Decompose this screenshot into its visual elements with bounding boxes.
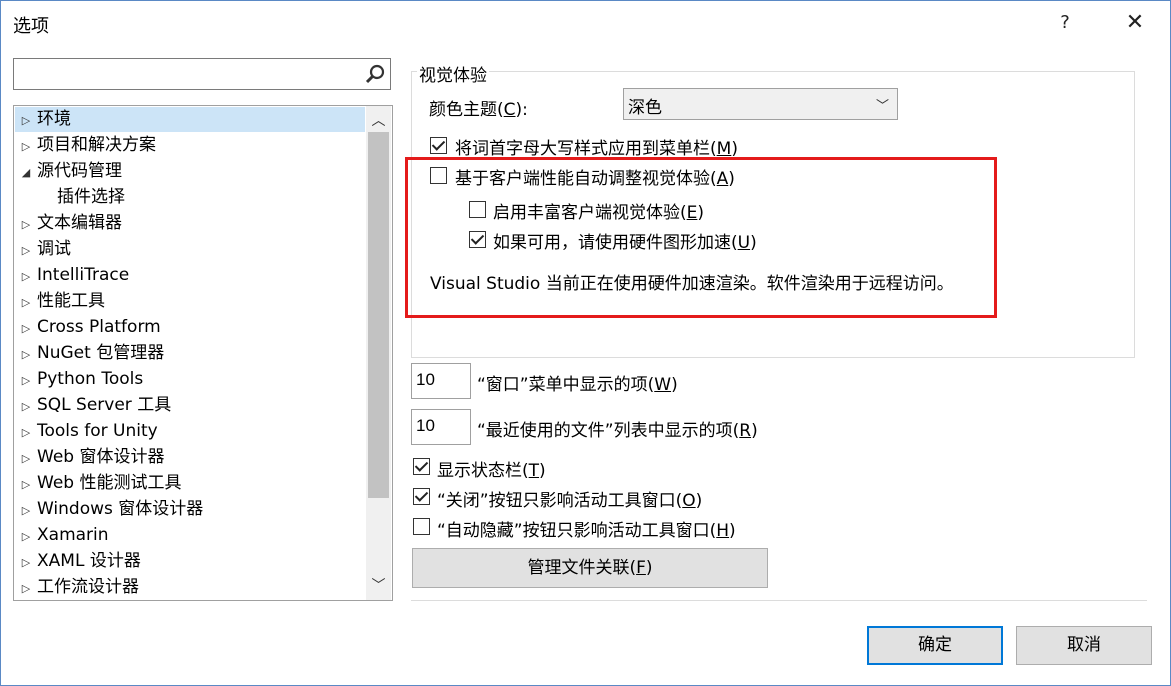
tree-item[interactable]: ▷ Windows 窗体设计器 <box>15 497 365 522</box>
expand-arrow-icon[interactable]: ▷ <box>15 550 37 575</box>
tree-item-label: Tools for Unity <box>37 421 158 441</box>
expand-arrow-icon[interactable]: ▷ <box>15 264 37 289</box>
tree-item-label: 环境 <box>37 109 71 129</box>
manage-file-assoc-button[interactable]: 管理文件关联(F) <box>412 548 768 588</box>
expand-arrow-icon[interactable]: ▷ <box>15 498 37 523</box>
title-bar: 选项 ? ✕ <box>1 1 1170 47</box>
rich-client-label: 启用丰富客户端视觉体验(E) <box>493 203 705 223</box>
theme-value: 深色 <box>628 98 662 118</box>
tree-item-label: 项目和解决方案 <box>37 135 156 155</box>
expand-arrow-icon[interactable]: ▷ <box>15 290 37 315</box>
tree-item-label: XAML 设计器 <box>37 551 141 571</box>
cancel-button[interactable]: 取消 <box>1016 626 1152 665</box>
tree-item-label: 插件选择 <box>57 187 125 207</box>
expand-arrow-icon[interactable]: ▷ <box>15 108 37 133</box>
tree-item-label: Python Tools <box>37 369 144 389</box>
tree-item[interactable]: ▷ 调试 <box>15 237 365 262</box>
status-bar-checkbox[interactable] <box>413 458 430 475</box>
expand-arrow-icon[interactable]: ▷ <box>15 446 37 471</box>
expand-arrow-icon[interactable]: ▷ <box>15 394 37 419</box>
hw-accel-label: 如果可用，请使用硬件图形加速(U) <box>493 233 757 253</box>
close-button-label: “关闭”按钮只影响活动工具窗口(O) <box>437 491 703 511</box>
scroll-thumb[interactable] <box>368 132 389 498</box>
tree-item-label: IntelliTrace <box>37 265 130 285</box>
expand-arrow-icon[interactable]: ▷ <box>15 212 37 237</box>
tree-item[interactable]: ▷ 工作流设计器 <box>15 575 365 600</box>
search-input[interactable] <box>16 61 360 87</box>
expand-arrow-icon[interactable]: ▷ <box>15 576 37 600</box>
menu-caps-checkbox[interactable] <box>430 137 447 154</box>
tree-item[interactable]: ▷ Web 窗体设计器 <box>15 445 365 470</box>
recent-files-label: “最近使用的文件”列表中显示的项(R) <box>477 421 758 441</box>
tree-item-label: 文本编辑器 <box>37 213 122 233</box>
tree-item-label: Windows 窗体设计器 <box>37 499 204 519</box>
expand-arrow-icon[interactable]: ▷ <box>15 342 37 367</box>
expanded-arrow-icon[interactable]: ◢ <box>15 160 37 185</box>
chevron-down-icon: ﹀ <box>875 99 889 114</box>
theme-label: 颜色主题(C): <box>429 100 528 120</box>
expand-arrow-icon[interactable]: ▷ <box>15 524 37 549</box>
render-info-text: Visual Studio 当前正在使用硬件加速渲染。软件渲染用于远程访问。 <box>430 274 954 294</box>
recent-files-field[interactable] <box>411 409 471 445</box>
expand-arrow-icon[interactable]: ▷ <box>15 368 37 393</box>
hw-accel-checkbox[interactable] <box>469 231 486 248</box>
tree-item[interactable]: ▷ Web 性能测试工具 <box>15 471 365 496</box>
expand-arrow-icon[interactable]: ▷ <box>15 134 37 159</box>
tree-scrollbar[interactable]: ︿ ﹀ <box>366 106 391 600</box>
tree-item[interactable]: ▷ SQL Server 工具 <box>15 393 365 418</box>
search-icon[interactable] <box>364 63 386 85</box>
menu-caps-label: 将词首字母大写样式应用到菜单栏(M) <box>455 139 738 159</box>
search-box[interactable] <box>13 58 391 90</box>
close-button[interactable]: ✕ <box>1117 7 1153 39</box>
tree-item[interactable]: ▷ XAML 设计器 <box>15 549 365 574</box>
tree-item[interactable]: ◢ 源代码管理 <box>15 159 365 184</box>
tree-item[interactable]: ▷ 项目和解决方案 <box>15 133 365 158</box>
window-items-input[interactable] <box>414 366 468 394</box>
tree-item-label: Xamarin <box>37 525 109 545</box>
tree-item-label: NuGet 包管理器 <box>37 343 165 363</box>
tree-item[interactable]: ▷ Cross Platform <box>15 315 365 340</box>
tree-item-label: Web 性能测试工具 <box>37 473 182 493</box>
tree-item-label: SQL Server 工具 <box>37 395 172 415</box>
tree-item-label: Cross Platform <box>37 317 161 337</box>
tree-item-label: 工作流设计器 <box>37 577 139 597</box>
expand-arrow-icon[interactable]: ▷ <box>15 472 37 497</box>
tree-item[interactable]: ▷ 环境 <box>15 107 365 132</box>
status-bar-label: 显示状态栏(T) <box>437 461 546 481</box>
close-button-checkbox[interactable] <box>413 488 430 505</box>
help-button[interactable]: ? <box>1047 7 1083 39</box>
expand-arrow-icon[interactable]: ▷ <box>15 316 37 341</box>
auto-adjust-label: 基于客户端性能自动调整视觉体验(A) <box>455 169 735 189</box>
autohide-label: “自动隐藏”按钮只影响活动工具窗口(H) <box>437 521 736 541</box>
tree-item-label: 调试 <box>37 239 71 259</box>
tree-item-label: 源代码管理 <box>37 161 122 181</box>
tree-item[interactable]: ▷ NuGet 包管理器 <box>15 341 365 366</box>
expand-arrow-icon[interactable]: ▷ <box>15 238 37 263</box>
scroll-up-icon[interactable]: ︿ <box>366 109 391 133</box>
auto-adjust-checkbox[interactable] <box>430 167 447 184</box>
theme-select[interactable]: 深色 ﹀ <box>623 88 898 120</box>
expand-arrow-icon[interactable]: ▷ <box>15 420 37 445</box>
options-tree[interactable]: ▷ 环境 ▷ 项目和解决方案 ◢ 源代码管理 插件选择 ▷ 文本编辑器 ▷ 调试 ▷ IntelliTr… <box>13 105 393 601</box>
window-items-label: “窗口”菜单中显示的项(W) <box>477 375 678 395</box>
autohide-checkbox[interactable] <box>413 518 430 535</box>
options-dialog: 选项 ? ✕ ▷ 环境 ▷ 项目和解决方案 ◢ 源代码管理 插件选择 ▷ 文本编辑器 ▷ 调试 ▷ In… <box>0 0 1171 686</box>
window-items-field[interactable] <box>411 363 471 399</box>
tree-item-label: Web 窗体设计器 <box>37 447 165 467</box>
tree-item[interactable]: 插件选择 <box>15 185 385 210</box>
ok-button[interactable]: 确定 <box>867 626 1003 665</box>
tree-item[interactable]: ▷ Xamarin <box>15 523 365 548</box>
tree-item[interactable]: ▷ 性能工具 <box>15 289 365 314</box>
scroll-down-icon[interactable]: ﹀ <box>366 574 391 598</box>
tree-item[interactable]: ▷ IntelliTrace <box>15 263 365 288</box>
group-title: 视觉体验 <box>417 61 489 86</box>
footer-divider <box>411 600 1147 601</box>
tree-item[interactable]: ▷ 文本编辑器 <box>15 211 365 236</box>
tree-item-label: 性能工具 <box>37 291 105 311</box>
recent-files-input[interactable] <box>414 412 468 440</box>
window-title: 选项 <box>13 16 49 37</box>
tree-item[interactable]: ▷ Python Tools <box>15 367 365 392</box>
tree-item[interactable]: ▷ Tools for Unity <box>15 419 365 444</box>
rich-client-checkbox[interactable] <box>469 201 486 218</box>
